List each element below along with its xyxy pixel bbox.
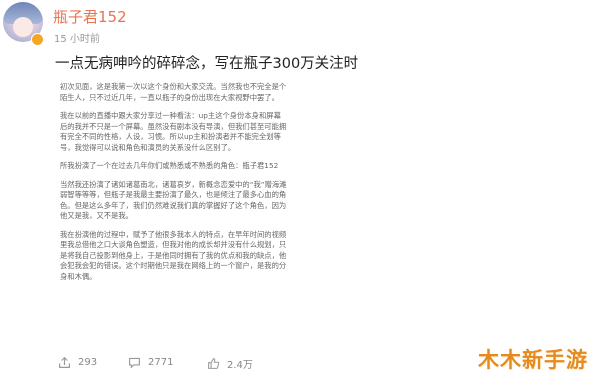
verified-badge-icon bbox=[31, 33, 44, 46]
like-icon bbox=[208, 358, 220, 369]
comment-button[interactable]: 2771 bbox=[128, 356, 173, 369]
article-paragraph: 我在以前的直播中跟大家分享过一种看法：up主这个身份本身和屏幕后的我并不只是一个… bbox=[60, 111, 287, 152]
article-paragraph: 初次见面，这是我第一次以这个身份和大家交流。当然我也不完全是个陌生人，只不过近几… bbox=[60, 82, 287, 102]
post-time[interactable]: 15 小时前 bbox=[54, 30, 100, 45]
article-body: 初次见面，这是我第一次以这个身份和大家交流。当然我也不完全是个陌生人，只不过近几… bbox=[60, 82, 288, 290]
watermark-logo: 木木新手游 bbox=[478, 348, 588, 372]
post-title: 一点无病呻吟的碎碎念，写在瓶子300万关注时 bbox=[55, 56, 359, 72]
article-paragraph: 当然我还扮演了诸如诸葛南北，诸葛哀岁，新概念恋爱中的“我”赠海滩弱智等等等，但瓶… bbox=[60, 179, 287, 221]
share-icon bbox=[59, 356, 70, 368]
post-header: 瓶子君152 15 小时前 bbox=[0, 0, 594, 50]
comment-icon bbox=[129, 357, 140, 368]
share-button[interactable]: 293 bbox=[58, 356, 97, 369]
like-button[interactable]: 2.4万 bbox=[207, 356, 253, 371]
article-paragraph: 我在扮演他的过程中，赋予了他很多我本人的特点，在早年时间的视频里我总借他之口大谈… bbox=[60, 229, 287, 281]
comment-count: 2771 bbox=[148, 357, 174, 368]
avatar-face bbox=[13, 17, 33, 37]
like-count: 2.4万 bbox=[227, 360, 253, 371]
username-link[interactable]: 瓶子君152 bbox=[53, 6, 127, 27]
share-count: 293 bbox=[78, 357, 98, 368]
article-paragraph: 所我扮演了一个在过去几年你们或熟悉或不熟悉的角色：瓶子君152 bbox=[60, 161, 279, 170]
